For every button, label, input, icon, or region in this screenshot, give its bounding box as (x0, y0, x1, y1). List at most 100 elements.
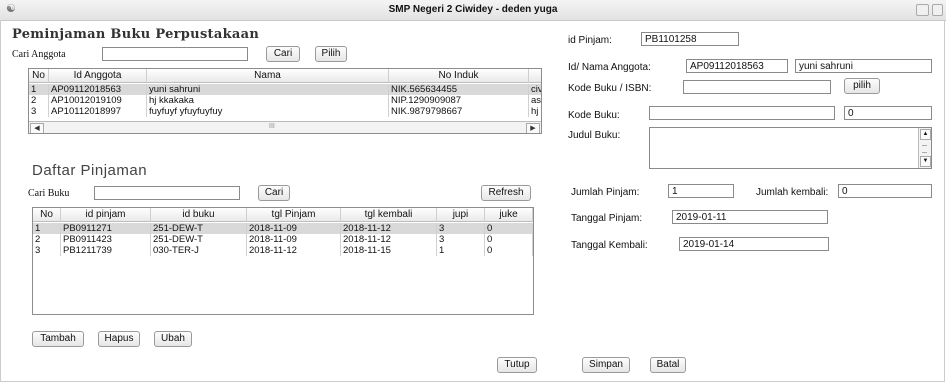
pinjaman-table[interactable]: No id pinjam id buku tgl Pinjam tgl kemb… (32, 207, 534, 315)
tanggal-pinjam-field[interactable]: 2019-01-11 (672, 210, 828, 224)
jumlah-kembali-input[interactable]: 0 (838, 184, 932, 198)
window-title: SMP Negeri 2 Ciwidey - deden yuga (388, 4, 558, 15)
cari-buku-input[interactable] (94, 186, 240, 200)
cell-no: 1 (29, 84, 49, 95)
cell-extra: civ (531, 84, 542, 95)
cell-id-anggota: AP10112018997 (49, 106, 147, 117)
pilih-anggota-button[interactable]: Pilih (315, 46, 347, 62)
scroll-left-icon[interactable]: ◀ (30, 123, 44, 133)
table-row[interactable]: 2 PB0911423 251-DEW-T 2018-11-09 2018-11… (33, 234, 533, 245)
cell-juke: 0 (485, 234, 533, 245)
col-header-no[interactable]: No (33, 208, 61, 222)
cell-no-induk: NIK.9879798667 (389, 106, 529, 117)
kode-isbn-label: Kode Buku / ISBN: (568, 83, 652, 94)
cell-id-anggota: AP10012019109 (49, 95, 147, 106)
id-pinjam-label: id Pinjam: (568, 35, 612, 46)
cell-no: 3 (33, 245, 61, 256)
tanggal-kembali-label: Tanggal Kembali: (571, 240, 648, 251)
table-row[interactable]: 2 AP10012019109 hj kkakaka NIP.129090908… (29, 95, 541, 106)
cell-no-induk: NIK.565634455 (389, 84, 529, 95)
scroll-thumb-grip[interactable]: III (269, 123, 275, 130)
daftar-pinjaman-heading: Daftar Pinjaman (32, 162, 148, 179)
scroll-right-icon[interactable]: ▶ (526, 123, 540, 133)
cell-no: 1 (33, 223, 61, 234)
cell-tgl-kembali: 2018-11-12 (341, 223, 437, 234)
kode-buku-count-field[interactable]: 0 (844, 106, 932, 120)
cell-id-buku: 030-TER-J (151, 245, 247, 256)
kode-buku-label: Kode Buku: (568, 110, 620, 121)
table-row[interactable]: 1 AP09112018563 yuni sahruni NIK.5656344… (29, 84, 541, 95)
col-header-id-pinjam[interactable]: id pinjam (61, 208, 151, 222)
cell-nama: yuni sahruni (147, 84, 389, 95)
window-titlebar: ☯ SMP Negeri 2 Ciwidey - deden yuga (0, 0, 946, 21)
tutup-button[interactable]: Tutup (497, 357, 537, 373)
scroll-down-icon[interactable]: ▼ (920, 156, 931, 167)
anggota-nama-field[interactable]: yuni sahruni (795, 59, 932, 73)
tambah-button[interactable]: Tambah (32, 331, 84, 347)
jumlah-pinjam-input[interactable]: 1 (668, 184, 734, 198)
cari-anggota-button[interactable]: Cari (266, 46, 300, 62)
cell-tgl-kembali: 2018-11-15 (341, 245, 437, 256)
col-header-tgl-kembali[interactable]: tgl kembali (341, 208, 437, 222)
cell-id-pinjam: PB1211739 (61, 245, 151, 256)
jumlah-pinjam-label: Jumlah Pinjam: (571, 187, 640, 198)
cell-tgl-pinjam: 2018-11-09 (247, 234, 341, 245)
cell-no: 2 (33, 234, 61, 245)
cell-extra: as (531, 95, 542, 106)
cell-id-pinjam: PB0911423 (61, 234, 151, 245)
refresh-button[interactable]: Refresh (481, 185, 531, 201)
cari-buku-button[interactable]: Cari (258, 185, 290, 201)
batal-button[interactable]: Batal (650, 357, 686, 373)
anggota-table[interactable]: No Id Anggota Nama No Induk 1 AP09112018… (28, 68, 542, 134)
cell-tgl-pinjam: 2018-11-12 (247, 245, 341, 256)
horizontal-scrollbar[interactable]: ◀ III ▶ (29, 121, 541, 133)
table-row[interactable]: 1 PB0911271 251-DEW-T 2018-11-09 2018-11… (33, 223, 533, 234)
jumlah-kembali-label: Jumlah kembali: (756, 187, 829, 198)
tanggal-kembali-field[interactable]: 2019-01-14 (679, 237, 829, 251)
id-pinjam-field[interactable]: PB1101258 (641, 32, 739, 46)
page-title: Peminjaman Buku Perpustakaan (12, 27, 260, 42)
cell-nama: hj kkakaka (147, 95, 389, 106)
close-icon[interactable] (932, 4, 943, 16)
table-row[interactable]: 3 PB1211739 030-TER-J 2018-11-12 2018-11… (33, 245, 533, 256)
col-header-no[interactable]: No (29, 69, 49, 83)
simpan-button[interactable]: Simpan (582, 357, 630, 373)
table-row[interactable]: 3 AP10112018997 fuyfuyf yfuyfuyfuy NIK.9… (29, 106, 541, 117)
cell-no: 3 (29, 106, 49, 117)
cell-tgl-kembali: 2018-11-12 (341, 234, 437, 245)
col-header-no-induk[interactable]: No Induk (389, 69, 529, 83)
cell-no: 2 (29, 95, 49, 106)
cari-buku-label: Cari Buku (28, 188, 70, 199)
col-header-id-anggota[interactable]: Id Anggota (49, 69, 147, 83)
kode-isbn-input[interactable] (683, 80, 831, 94)
col-header-nama[interactable]: Nama (147, 69, 389, 83)
cari-anggota-label: Cari Anggota (12, 49, 66, 60)
pilih-buku-button[interactable]: pilih (844, 78, 880, 94)
judul-buku-textarea[interactable]: ▲ ▼ (649, 127, 932, 169)
cell-jupi: 1 (437, 245, 485, 256)
cell-tgl-pinjam: 2018-11-09 (247, 223, 341, 234)
scroll-grip-icon[interactable] (922, 145, 927, 153)
minimize-icon[interactable] (916, 4, 929, 16)
scroll-up-icon[interactable]: ▲ (920, 129, 931, 140)
cell-extra: hj (531, 106, 539, 117)
ubah-button[interactable]: Ubah (154, 331, 192, 347)
anggota-id-field[interactable]: AP09112018563 (686, 59, 788, 73)
judul-buku-label: Judul Buku: (568, 130, 621, 141)
cari-anggota-input[interactable] (102, 47, 248, 61)
cell-juke: 0 (485, 245, 533, 256)
tanggal-pinjam-label: Tanggal Pinjam: (571, 213, 643, 224)
cell-no-induk: NIP.1290909087 (389, 95, 529, 106)
hapus-button[interactable]: Hapus (98, 331, 140, 347)
col-header-tgl-pinjam[interactable]: tgl Pinjam (247, 208, 341, 222)
cell-id-anggota: AP09112018563 (49, 84, 147, 95)
cell-juke: 0 (485, 223, 533, 234)
kode-buku-field[interactable] (649, 106, 835, 120)
cell-jupi: 3 (437, 234, 485, 245)
col-header-jupi[interactable]: jupi (437, 208, 485, 222)
col-header-id-buku[interactable]: id buku (151, 208, 247, 222)
cell-nama: fuyfuyf yfuyfuyfuy (147, 106, 389, 117)
vertical-scrollbar[interactable]: ▲ ▼ (918, 128, 931, 168)
col-header-juke[interactable]: juke (485, 208, 533, 222)
anggota-label: Id/ Nama Anggota: (568, 62, 651, 73)
